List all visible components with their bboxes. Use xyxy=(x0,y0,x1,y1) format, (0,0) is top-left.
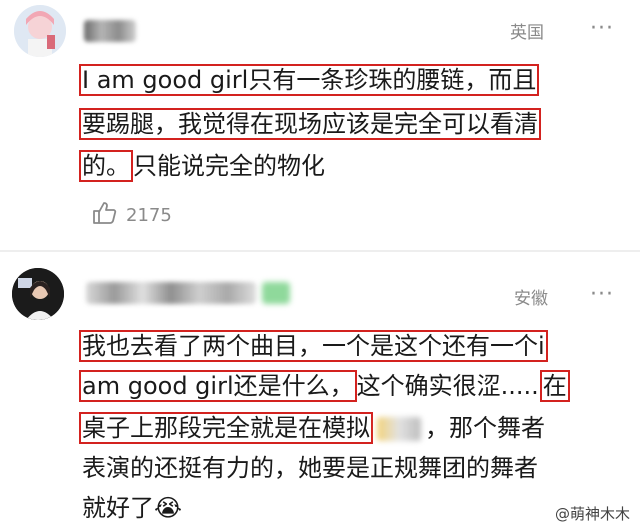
comment-text-line: 桌子上那段完全就是在模拟 ，那个舞者 xyxy=(79,408,545,448)
comment-text: 就好了 xyxy=(82,494,154,522)
comment-text: ，那个舞者 xyxy=(425,414,545,442)
comment-text-line: am good girl还是什么， 这个确实很涩..... 在 xyxy=(79,366,570,406)
username-blurred[interactable] xyxy=(84,20,136,42)
badge-blurred xyxy=(262,282,290,304)
comment-text-line: I am good girl只有一条珍珠的腰链，而且 xyxy=(79,60,540,100)
crying-emoji: 😭 xyxy=(154,494,183,522)
comment-item: 安徽 ··· 我也去看了两个曲目，一个是这个还有一个i am good girl… xyxy=(0,252,640,532)
comment-text: 这个确实很涩..... xyxy=(356,372,539,400)
more-options-icon[interactable]: ··· xyxy=(590,284,614,306)
location-label: 英国 xyxy=(510,23,544,43)
comment-text-line: 就好了😭 xyxy=(82,488,182,528)
username-blurred[interactable] xyxy=(86,282,256,304)
comment-text: 表演的还挺有力的，她要是正规舞团的舞者 xyxy=(82,454,538,482)
comment-item: 英国 ··· I am good girl只有一条珍珠的腰链，而且 要踢腿，我觉… xyxy=(0,0,640,250)
comment-text-line: 表演的还挺有力的，她要是正规舞团的舞者 xyxy=(82,448,538,488)
like-count: 2175 xyxy=(126,205,172,226)
highlight-box: 的。 xyxy=(79,150,133,182)
highlight-box: 要踢腿，我觉得在现场应该是完全可以看清 xyxy=(79,108,541,140)
comment-text-line: 要踢腿，我觉得在现场应该是完全可以看清 xyxy=(79,104,541,144)
blurred-emoji xyxy=(377,417,421,441)
thumbs-up-icon xyxy=(92,200,118,231)
comment-text-line: 的。 只能说完全的物化 xyxy=(79,146,325,186)
highlight-box: 在 xyxy=(539,370,570,402)
comment-text: 只能说完全的物化 xyxy=(133,152,325,180)
avatar[interactable] xyxy=(14,5,66,57)
like-button[interactable]: 2175 xyxy=(92,200,172,231)
avatar[interactable] xyxy=(12,268,64,320)
watermark: @萌神木木 xyxy=(554,503,630,524)
highlight-box: 我也去看了两个曲目，一个是这个还有一个i xyxy=(79,330,548,362)
highlight-box: 桌子上那段完全就是在模拟 xyxy=(79,412,373,444)
comment-text-line: 我也去看了两个曲目，一个是这个还有一个i xyxy=(79,326,548,366)
highlight-box: am good girl还是什么， xyxy=(79,370,357,402)
location-label: 安徽 xyxy=(514,289,548,309)
highlight-box: I am good girl只有一条珍珠的腰链，而且 xyxy=(79,64,540,96)
more-options-icon[interactable]: ··· xyxy=(590,18,614,40)
